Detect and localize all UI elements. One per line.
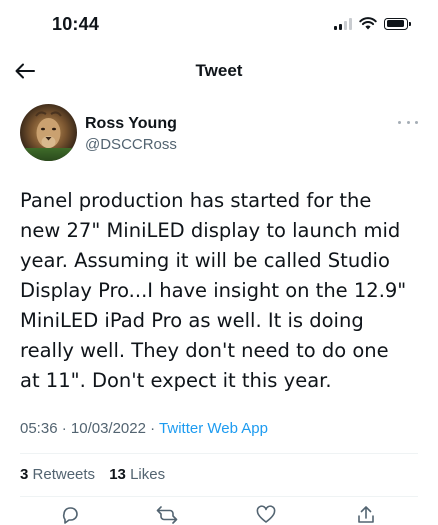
- status-bar: 10:44: [0, 0, 438, 52]
- page-title: Tweet: [195, 61, 243, 80]
- tweet-author: Ross Young @DSCCRoss: [20, 104, 420, 164]
- tweet-meta: 05:36 · 10/03/2022 · Twitter Web App: [20, 420, 268, 437]
- retweet-icon[interactable]: [156, 505, 178, 525]
- tweet-line: Display Pro...I have insight on the 12.9…: [20, 279, 407, 302]
- share-icon[interactable]: [356, 505, 376, 525]
- status-time: 10:44: [52, 14, 100, 34]
- status-icons: [334, 17, 411, 30]
- nav-bar: Tweet: [0, 52, 438, 90]
- lion-photo-avatar: [20, 104, 77, 161]
- likes-label: Likes: [130, 466, 166, 483]
- meta-separator: ·: [150, 420, 156, 437]
- tweet-line: MiniLED iPad Pro as well. It is doing: [20, 309, 364, 332]
- retweets-label: Retweets: [32, 466, 96, 483]
- tweet-line: year. Assuming it will be called Studio: [20, 249, 390, 272]
- action-bar: [0, 505, 438, 525]
- tweet-text: Panel production has started for the new…: [20, 186, 420, 396]
- meta-separator: ·: [61, 420, 67, 437]
- cellular-signal-icon: [334, 17, 352, 30]
- likes-count: 13: [109, 466, 126, 483]
- tweet-stats: 3 Retweets 13 Likes: [20, 466, 175, 483]
- reply-icon[interactable]: [60, 505, 80, 525]
- tweet-time[interactable]: 05:36: [20, 420, 58, 437]
- author-handle[interactable]: @DSCCRoss: [85, 136, 177, 153]
- tweet-line: new 27" MiniLED display to launch mid: [20, 219, 401, 242]
- tweet-line: really well. They don't need to do one: [20, 339, 389, 362]
- retweets-stat[interactable]: 3 Retweets: [20, 466, 95, 483]
- battery-icon: [384, 17, 411, 30]
- more-options-button[interactable]: [398, 117, 418, 127]
- more-horizontal-icon: [398, 120, 401, 124]
- tweet-line: Panel production has started for the: [20, 189, 372, 212]
- retweets-count: 3: [20, 466, 29, 483]
- like-icon[interactable]: [256, 505, 276, 525]
- divider: [20, 496, 418, 497]
- author-name[interactable]: Ross Young: [85, 115, 177, 133]
- avatar[interactable]: [20, 104, 77, 161]
- wifi-icon: [359, 17, 377, 30]
- tweet-line: at 11". Don't expect it this year.: [20, 369, 332, 392]
- tweet-source-link[interactable]: Twitter Web App: [159, 420, 268, 437]
- likes-stat[interactable]: 13 Likes: [109, 466, 165, 483]
- divider: [20, 453, 418, 454]
- tweet-date[interactable]: 10/03/2022: [71, 420, 146, 437]
